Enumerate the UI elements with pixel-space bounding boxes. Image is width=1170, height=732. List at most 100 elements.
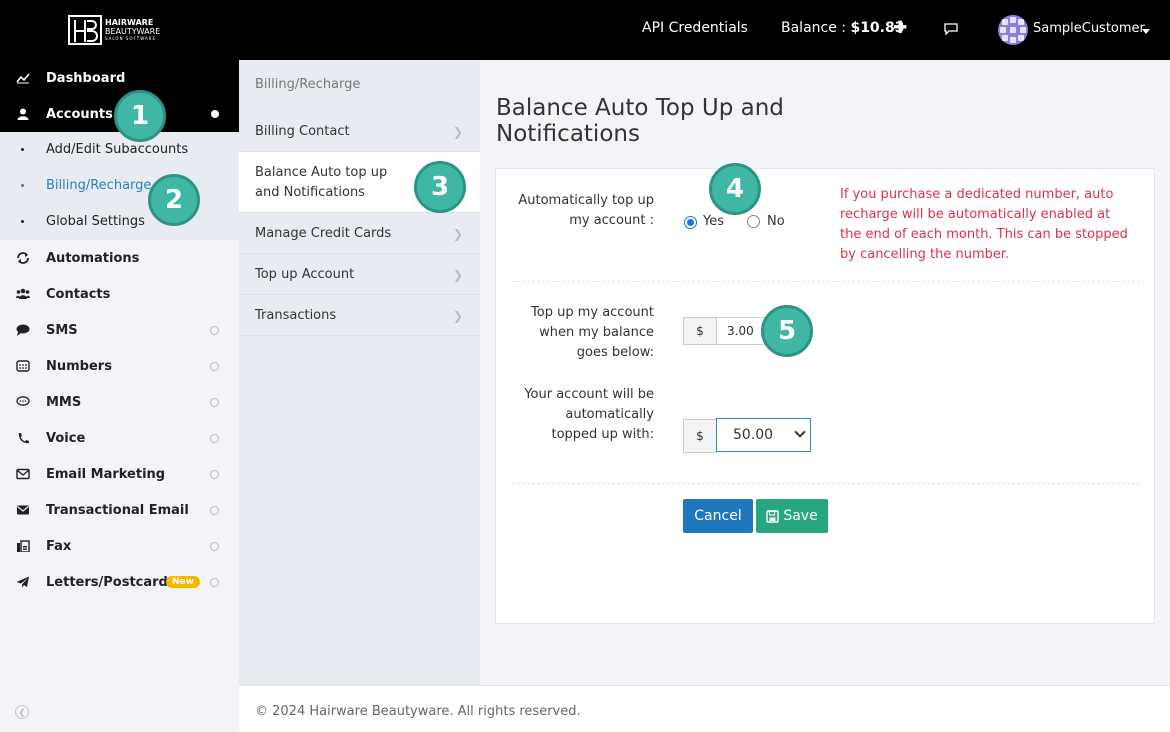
sidebar-subitem-label: Global Settings (46, 214, 145, 229)
sidebar-item-label: Accounts (46, 106, 113, 122)
sidebar-item-label: Transactional Email (46, 502, 189, 518)
sidebar-item-sms[interactable]: SMS (0, 312, 239, 348)
chevron-down-icon[interactable] (1142, 29, 1150, 34)
chevron-right-icon: ❯ (453, 268, 464, 282)
sidebar: Dashboard Accounts Add/Edit Subaccounts … (0, 60, 239, 732)
topup-amount-value: 50.00 (733, 427, 774, 443)
chat-icon[interactable] (944, 23, 958, 35)
subnav-item-label: Top up Account (255, 267, 355, 282)
divider (512, 281, 1140, 282)
sidebar-subitem-label: Billing/Recharge (46, 178, 152, 193)
sidebar-item-label: MMS (46, 394, 82, 410)
sidebar-subitem-add-edit-subaccounts[interactable]: Add/Edit Subaccounts (0, 132, 239, 168)
avatar[interactable] (998, 15, 1028, 45)
step-marker-3: 3 (414, 161, 466, 213)
step-marker-5: 5 (761, 305, 813, 357)
copyright-text: © 2024 Hairware Beautyware. All rights r… (255, 704, 581, 719)
settings-card: Automatically top up my account : Yes No… (495, 168, 1155, 624)
auto-recharge-notice: If you purchase a dedicated number, auto… (840, 187, 1128, 262)
threshold-label: Top up my account when my balance goes b… (531, 305, 654, 360)
sidebar-item-numbers[interactable]: Numbers (0, 348, 239, 384)
sidebar-item-label: Numbers (46, 358, 112, 374)
api-credentials-link[interactable]: API Credentials (642, 20, 748, 36)
auto-topup-no-radio[interactable] (747, 215, 760, 228)
sidebar-item-label: Letters/Postcards (46, 574, 176, 590)
expand-indicator (210, 362, 219, 371)
divider (512, 483, 1140, 484)
chevron-right-icon: ❯ (453, 309, 464, 323)
subnav-item-label: Billing Contact (255, 124, 350, 139)
save-label: Save (783, 508, 818, 524)
collapse-sidebar-icon[interactable]: ❮ (15, 705, 29, 719)
subnav-item-label: Transactions (255, 308, 337, 323)
top-bar: HAIRWARE BEAUTYWARE SALON SOFTWARE API C… (0, 0, 1170, 60)
sidebar-item-label: Fax (46, 538, 72, 554)
no-label[interactable]: No (767, 214, 785, 229)
sidebar-item-transactional-email[interactable]: Transactional Email (0, 492, 239, 528)
save-button[interactable]: Save (756, 499, 828, 533)
user-menu[interactable]: SampleCustomer (1033, 21, 1145, 36)
envelope-icon (17, 505, 29, 515)
main-content: Balance Auto Top Up and Notifications Au… (480, 60, 1170, 685)
subnav-item-transactions[interactable]: Transactions ❯ (239, 295, 480, 336)
currency-addon: $ (683, 419, 717, 453)
sidebar-item-label: Automations (46, 250, 140, 266)
sidebar-item-mms[interactable]: MMS (0, 384, 239, 420)
balance-label: Balance : (781, 20, 851, 36)
sidebar-item-contacts[interactable]: Contacts (0, 276, 239, 312)
step-marker-1: 1 (114, 90, 166, 142)
sidebar-item-letters-postcards[interactable]: Letters/Postcards New (0, 564, 239, 600)
currency-addon: $ (683, 317, 717, 345)
sidebar-subitem-billing-recharge[interactable]: Billing/Recharge (0, 168, 239, 204)
envelope-outline-icon (16, 468, 30, 480)
phone-icon (18, 433, 29, 444)
sidebar-subitem-label: Add/Edit Subaccounts (46, 142, 189, 157)
sidebar-item-label: Contacts (46, 286, 111, 302)
expand-indicator (210, 470, 219, 479)
expand-indicator (210, 542, 219, 551)
sidebar-item-automations[interactable]: Automations (0, 240, 239, 276)
chevron-right-icon: ❯ (453, 227, 464, 241)
sidebar-subitem-global-settings[interactable]: Global Settings (0, 204, 239, 240)
step-marker-4: 4 (709, 163, 761, 215)
brand-logo[interactable]: HAIRWARE BEAUTYWARE SALON SOFTWARE (68, 15, 168, 45)
expand-indicator (210, 578, 219, 587)
billing-subnav: Billing/Recharge Billing Contact ❯ Balan… (239, 60, 480, 685)
subnav-item-top-up-account[interactable]: Top up Account ❯ (239, 254, 480, 295)
floppy-disk-icon (766, 509, 780, 523)
sidebar-item-email-marketing[interactable]: Email Marketing (0, 456, 239, 492)
subnav-heading: Billing/Recharge (255, 77, 361, 92)
auto-topup-label: Automatically top up my account : (518, 193, 654, 228)
cancel-button[interactable]: Cancel (683, 499, 753, 533)
plus-icon[interactable]: ✚ (893, 18, 907, 38)
sidebar-item-label: Dashboard (46, 70, 126, 86)
sidebar-item-label: Voice (46, 430, 86, 446)
page-title: Balance Auto Top Up and Notifications (496, 95, 784, 147)
topup-amount-select[interactable]: 50.00 (716, 418, 811, 452)
expand-indicator (210, 326, 219, 335)
auto-topup-yes-radio[interactable] (684, 216, 697, 229)
active-indicator (211, 110, 219, 118)
paper-plane-icon (16, 576, 29, 588)
chart-line-icon (16, 73, 30, 84)
subnav-item-label: Manage Credit Cards (255, 226, 392, 241)
sidebar-item-fax[interactable]: Fax (0, 528, 239, 564)
user-icon (17, 108, 29, 120)
logo-text: HAIRWARE BEAUTYWARE SALON SOFTWARE (105, 18, 161, 41)
yes-label[interactable]: Yes (703, 214, 724, 229)
footer: © 2024 Hairware Beautyware. All rights r… (239, 685, 1170, 732)
sidebar-item-label: SMS (46, 322, 78, 338)
amount-label: Your account will be automatically toppe… (524, 387, 654, 442)
sidebar-item-dashboard[interactable]: Dashboard (0, 60, 239, 96)
expand-indicator (210, 434, 219, 443)
sidebar-item-label: Email Marketing (46, 466, 166, 482)
subnav-item-manage-credit-cards[interactable]: Manage Credit Cards ❯ (239, 213, 480, 254)
expand-indicator (210, 506, 219, 515)
comment-dots-icon (16, 396, 30, 406)
comment-icon (16, 324, 30, 336)
subnav-item-billing-contact[interactable]: Billing Contact ❯ (239, 111, 480, 152)
expand-indicator (210, 398, 219, 407)
sidebar-item-voice[interactable]: Voice (0, 420, 239, 456)
phone-keypad-icon (16, 360, 30, 372)
fax-icon (17, 540, 30, 552)
